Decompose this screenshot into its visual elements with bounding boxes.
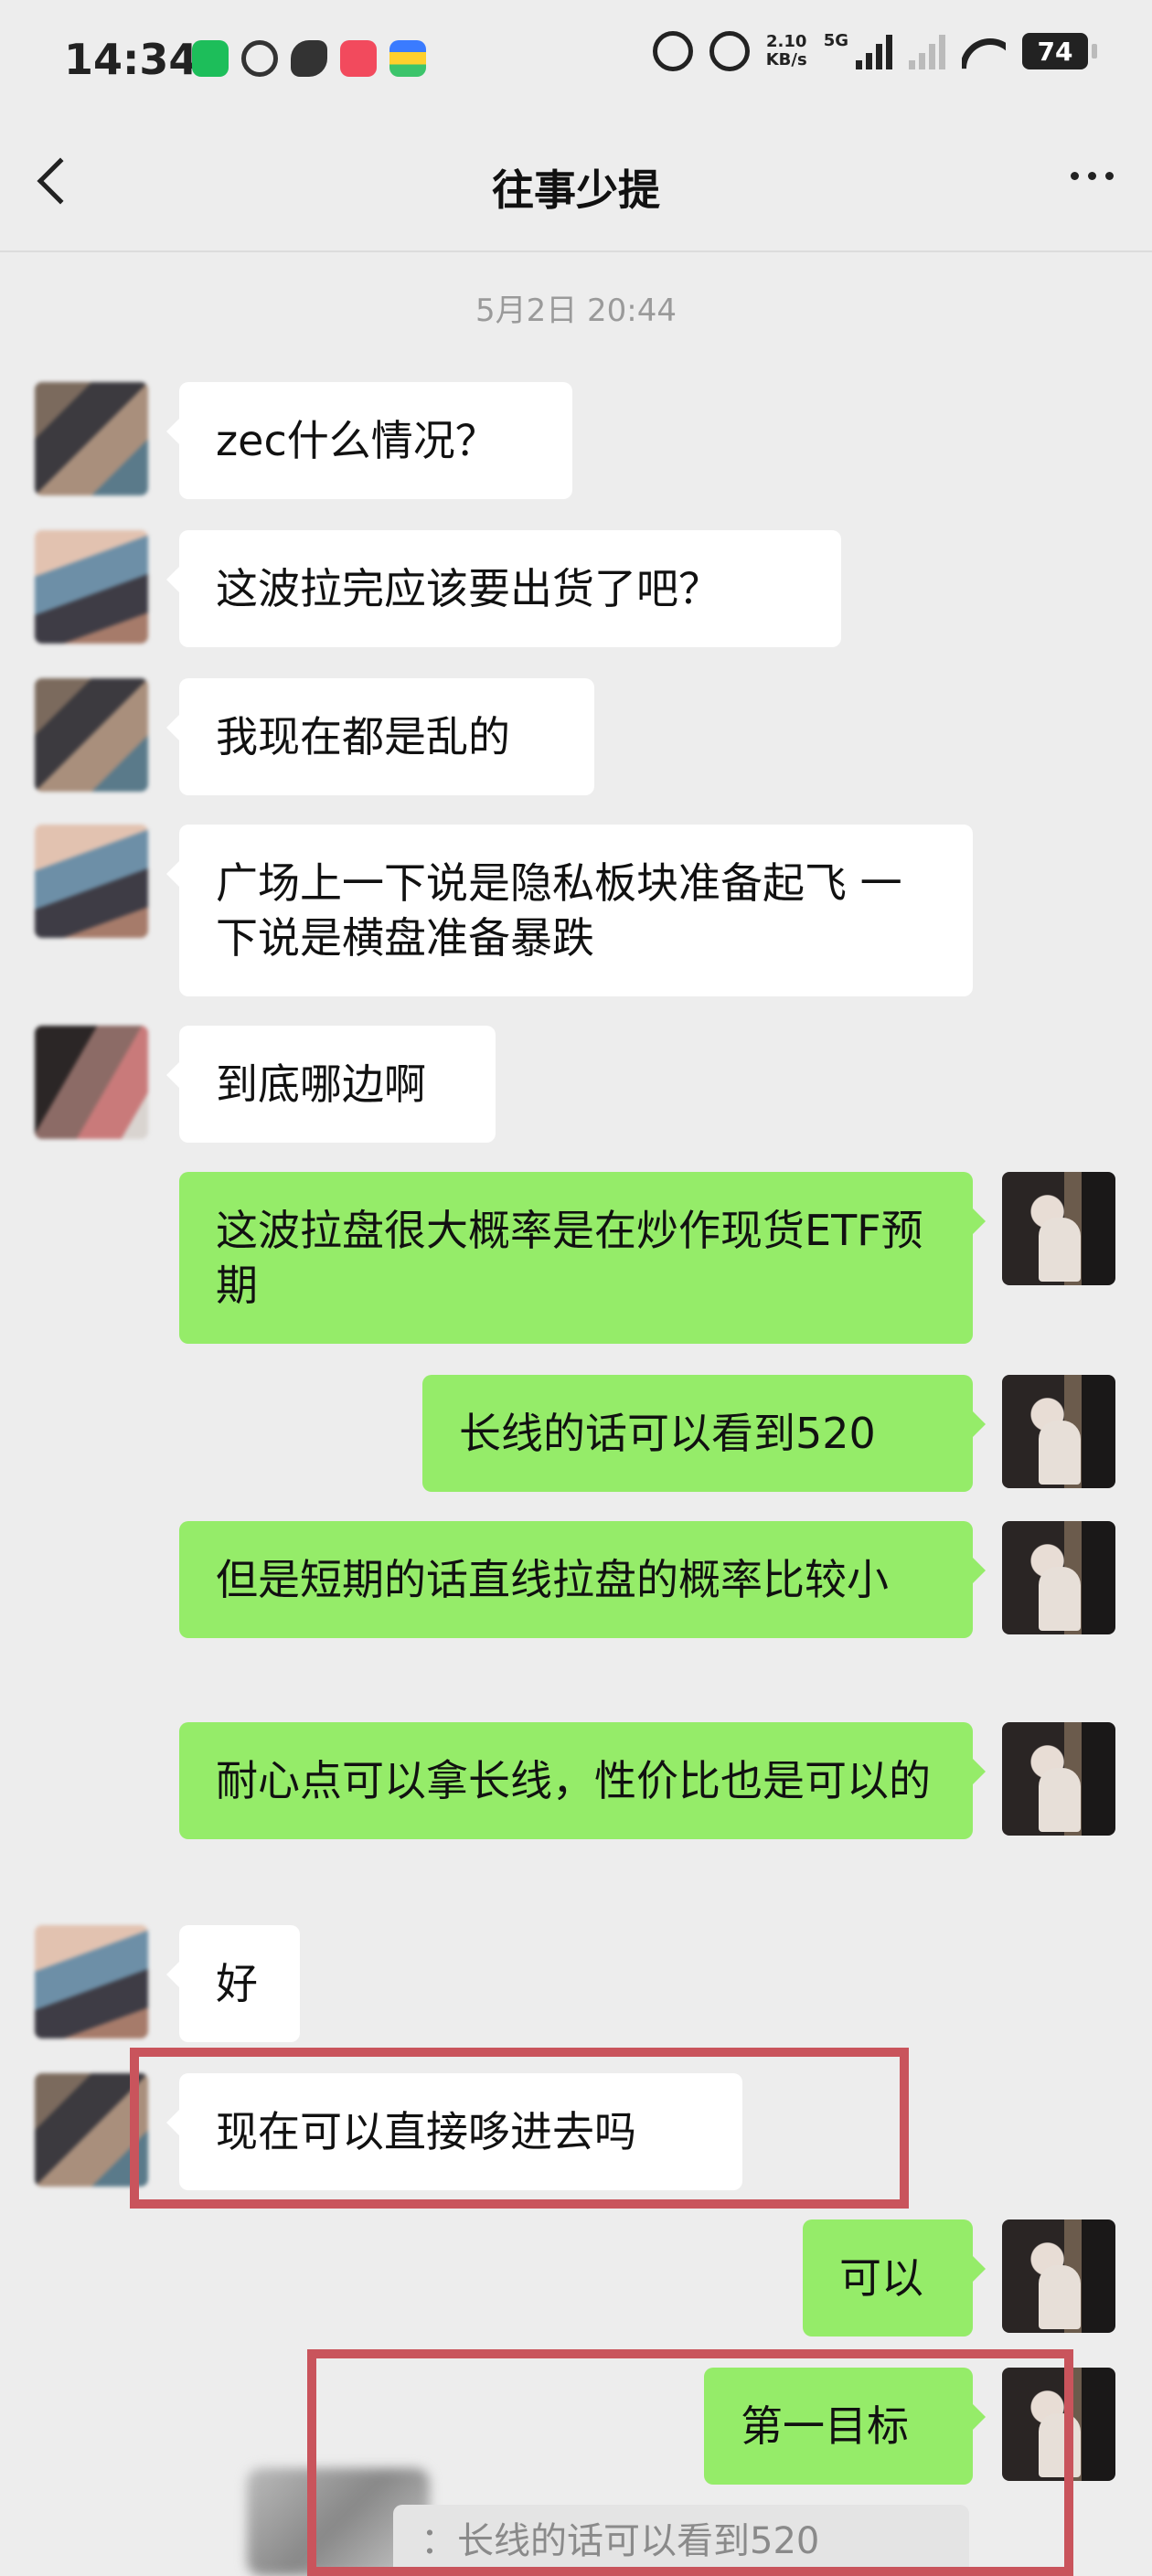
message-timestamp: 5月2日 20:44 xyxy=(475,293,677,329)
contact-avatar[interactable] xyxy=(35,1925,148,2038)
network-speed-unit: KB/s xyxy=(765,50,807,69)
highlight-box xyxy=(307,2349,1073,2576)
clock: 14:34 xyxy=(64,35,198,84)
wechat-icon xyxy=(241,40,278,77)
system-status: 2.10 KB/s 5G 74 xyxy=(652,31,1097,71)
alarm-icon xyxy=(652,31,693,71)
my-avatar[interactable] xyxy=(1002,1375,1115,1488)
contact-avatar[interactable] xyxy=(35,530,148,644)
contact-avatar[interactable] xyxy=(35,382,148,495)
incoming-message[interactable]: 我现在都是乱的 xyxy=(166,678,594,795)
signal-icon xyxy=(856,33,892,69)
wifi-icon xyxy=(962,33,1006,69)
bird-app-icon xyxy=(291,40,327,77)
contact-avatar[interactable] xyxy=(35,1026,148,1139)
incoming-message[interactable]: 到底哪边啊 xyxy=(166,1026,496,1143)
network-type: 5G xyxy=(823,31,848,50)
speedometer-icon xyxy=(709,31,750,71)
outgoing-message[interactable]: 耐心点可以拿长线，性价比也是可以的 xyxy=(179,1722,986,1839)
notification-icons xyxy=(192,40,426,77)
incoming-message[interactable]: 好 xyxy=(166,1925,300,2042)
outgoing-message[interactable]: 长线的话可以看到520 xyxy=(422,1375,986,1492)
more-icon[interactable] xyxy=(1071,172,1114,180)
incoming-message[interactable]: 广场上一下说是隐私板块准备起飞 一下说是横盘准备暴跌 xyxy=(166,825,973,996)
my-avatar[interactable] xyxy=(1002,2219,1115,2333)
video-app-icon xyxy=(340,40,377,77)
highlight-box xyxy=(130,2048,909,2209)
files-app-icon xyxy=(389,40,426,77)
contact-avatar[interactable] xyxy=(35,825,148,938)
chat-header: 往事少提 xyxy=(0,119,1152,252)
network-speed-value: 2.10 xyxy=(765,32,807,51)
my-avatar[interactable] xyxy=(1002,1521,1115,1634)
contact-avatar[interactable] xyxy=(35,678,148,792)
my-avatar[interactable] xyxy=(1002,1172,1115,1285)
outgoing-message[interactable]: 但是短期的话直线拉盘的概率比较小 xyxy=(179,1521,986,1638)
signal-icon-sim2 xyxy=(909,33,945,69)
outgoing-message[interactable]: 可以 xyxy=(803,2219,986,2336)
status-bar: 14:34 2.10 KB/s 5G 74 xyxy=(0,0,1152,119)
network-speed: 2.10 KB/s xyxy=(766,33,807,69)
my-avatar[interactable] xyxy=(1002,1722,1115,1836)
app-notification-icon xyxy=(192,40,229,77)
battery-icon: 74 xyxy=(1022,33,1097,69)
outgoing-message[interactable]: 这波拉盘很大概率是在炒作现货ETF预期 xyxy=(179,1172,986,1344)
battery-level: 74 xyxy=(1037,36,1073,67)
incoming-message[interactable]: zec什么情况？ xyxy=(166,382,572,499)
chat-title: 往事少提 xyxy=(492,165,660,215)
incoming-message[interactable]: 这波拉完应该要出货了吧？ xyxy=(166,530,841,647)
